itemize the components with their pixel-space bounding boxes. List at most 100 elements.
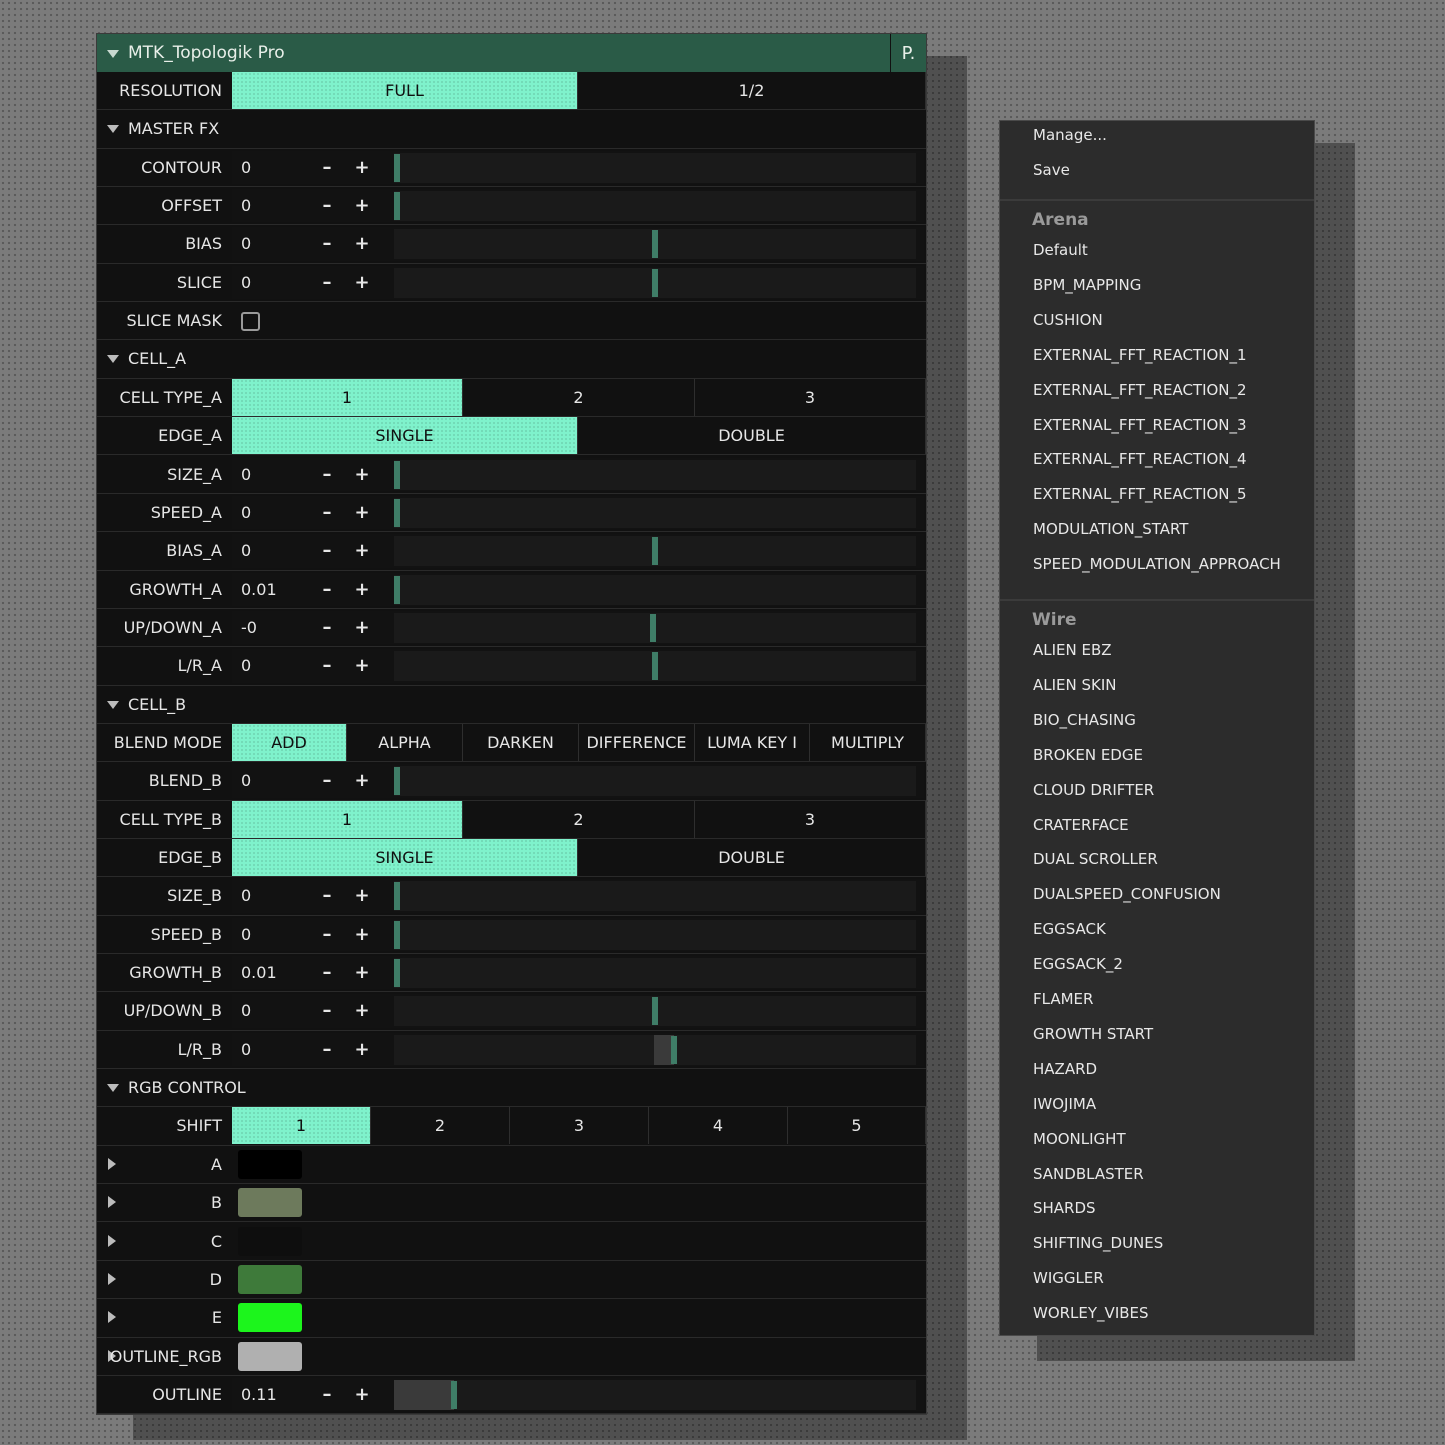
option-3[interactable]: 3 <box>695 800 926 838</box>
value-readout[interactable]: 0 <box>241 916 251 953</box>
increment-button[interactable]: + <box>354 916 370 953</box>
menu-item-preset[interactable]: SPEED_MODULATION_APPROACH <box>1033 555 1281 573</box>
option-single[interactable]: SINGLE <box>232 417 578 455</box>
menu-item-preset[interactable]: BROKEN EDGE <box>1033 746 1143 764</box>
increment-button[interactable]: + <box>354 149 370 186</box>
decrement-button[interactable]: – <box>319 456 335 493</box>
option-2[interactable]: 2 <box>371 1107 510 1145</box>
slider-thumb[interactable] <box>652 537 658 566</box>
decrement-button[interactable]: – <box>319 954 335 991</box>
menu-item-preset[interactable]: SANDBLASTER <box>1033 1165 1144 1183</box>
slider-thumb[interactable] <box>451 1380 457 1409</box>
value-readout[interactable]: 0 <box>241 992 251 1029</box>
color-swatch[interactable] <box>238 1188 302 1218</box>
option-5[interactable]: 5 <box>788 1107 926 1145</box>
option-single[interactable]: SINGLE <box>232 839 578 876</box>
decrement-button[interactable]: – <box>319 264 335 301</box>
menu-item-preset[interactable]: EXTERNAL_FFT_REACTION_3 <box>1033 416 1247 434</box>
increment-button[interactable]: + <box>354 532 370 569</box>
value-readout[interactable]: 0 <box>241 532 251 569</box>
color-swatch[interactable] <box>238 1341 302 1371</box>
color-swatch[interactable] <box>238 1264 302 1294</box>
menu-item-preset[interactable]: CLOUD DRIFTER <box>1033 781 1154 799</box>
menu-item-preset[interactable]: HAZARD <box>1033 1060 1097 1078</box>
color-swatch[interactable] <box>238 1149 302 1179</box>
option-luma-key-i[interactable]: LUMA KEY I <box>695 723 810 761</box>
slider-thumb[interactable] <box>394 767 400 796</box>
increment-button[interactable]: + <box>354 1376 370 1413</box>
slider-track[interactable] <box>394 958 916 989</box>
slider-track[interactable] <box>394 919 916 950</box>
menu-item-preset[interactable]: ALIEN EBZ <box>1033 641 1112 659</box>
menu-item-preset[interactable]: WORLEY_VIBES <box>1033 1304 1149 1322</box>
slider-thumb[interactable] <box>652 652 658 681</box>
menu-item-preset[interactable]: EXTERNAL_FFT_REACTION_1 <box>1033 346 1247 364</box>
slider-track[interactable] <box>394 536 916 567</box>
menu-item-preset[interactable]: ALIEN SKIN <box>1033 676 1117 694</box>
slider-track[interactable] <box>394 651 916 682</box>
option-1[interactable]: 1 <box>232 378 463 416</box>
slider-track[interactable] <box>394 574 916 605</box>
option-alpha[interactable]: ALPHA <box>347 723 463 761</box>
decrement-button[interactable]: – <box>319 762 335 799</box>
option-difference[interactable]: DIFFERENCE <box>579 723 695 761</box>
option-multiply[interactable]: MULTIPLY <box>810 723 926 761</box>
menu-item-preset[interactable]: CRATERFACE <box>1033 816 1129 834</box>
decrement-button[interactable]: – <box>319 1031 335 1068</box>
decrement-button[interactable]: – <box>319 494 335 531</box>
collapse-triangle-icon[interactable] <box>107 1084 119 1093</box>
increment-button[interactable]: + <box>354 571 370 608</box>
presets-button[interactable]: P. <box>890 34 926 72</box>
collapse-triangle-icon[interactable] <box>107 355 119 364</box>
slider-thumb[interactable] <box>394 920 400 949</box>
option-1[interactable]: 1 <box>232 800 463 838</box>
increment-button[interactable]: + <box>354 877 370 914</box>
increment-button[interactable]: + <box>354 762 370 799</box>
color-swatch[interactable] <box>238 1303 302 1333</box>
decrement-button[interactable]: – <box>319 992 335 1029</box>
value-readout[interactable]: 0 <box>241 762 251 799</box>
value-readout[interactable]: 0.11 <box>241 1376 277 1413</box>
menu-item-preset[interactable]: DUALSPEED_CONFUSION <box>1033 885 1221 903</box>
decrement-button[interactable]: – <box>319 187 335 224</box>
slider-track[interactable] <box>394 191 916 222</box>
decrement-button[interactable]: – <box>319 532 335 569</box>
slider-track[interactable] <box>394 996 916 1027</box>
increment-button[interactable]: + <box>354 225 370 262</box>
value-readout[interactable]: 0 <box>241 264 251 301</box>
decrement-button[interactable]: – <box>319 877 335 914</box>
increment-button[interactable]: + <box>354 264 370 301</box>
option-2[interactable]: 2 <box>463 800 695 838</box>
value-readout[interactable]: 0 <box>241 1031 251 1068</box>
decrement-button[interactable]: – <box>319 609 335 646</box>
menu-item-preset[interactable]: IWOJIMA <box>1033 1095 1096 1113</box>
menu-item-preset[interactable]: BIO_CHASING <box>1033 711 1136 729</box>
increment-button[interactable]: + <box>354 456 370 493</box>
value-readout[interactable]: -0 <box>241 609 257 646</box>
slider-thumb[interactable] <box>394 498 400 527</box>
increment-button[interactable]: + <box>354 609 370 646</box>
slice-mask-checkbox[interactable] <box>241 312 260 332</box>
slider-thumb[interactable] <box>394 959 400 988</box>
slider-track[interactable] <box>394 267 916 298</box>
menu-item-preset[interactable]: BPM_MAPPING <box>1033 276 1141 294</box>
slider-thumb[interactable] <box>394 192 400 221</box>
option-2[interactable]: 2 <box>463 378 695 416</box>
menu-item-preset[interactable]: MOONLIGHT <box>1033 1130 1126 1148</box>
collapse-triangle-icon[interactable] <box>107 50 119 58</box>
slider-track[interactable] <box>394 612 916 643</box>
menu-item-preset[interactable]: SHARDS <box>1033 1199 1096 1217</box>
menu-item-preset[interactable]: FLAMER <box>1033 990 1093 1008</box>
value-readout[interactable]: 0 <box>241 456 251 493</box>
option-1[interactable]: 1 <box>232 1107 371 1145</box>
option-darken[interactable]: DARKEN <box>463 723 579 761</box>
value-readout[interactable]: 0 <box>241 877 251 914</box>
menu-action-save[interactable]: Save <box>1033 161 1070 179</box>
menu-item-preset[interactable]: Default <box>1033 241 1088 259</box>
menu-item-preset[interactable]: CUSHION <box>1033 311 1103 329</box>
slider-thumb[interactable] <box>652 268 658 297</box>
option-3[interactable]: 3 <box>510 1107 649 1145</box>
increment-button[interactable]: + <box>354 187 370 224</box>
slider-track[interactable] <box>394 1379 916 1410</box>
decrement-button[interactable]: – <box>319 571 335 608</box>
